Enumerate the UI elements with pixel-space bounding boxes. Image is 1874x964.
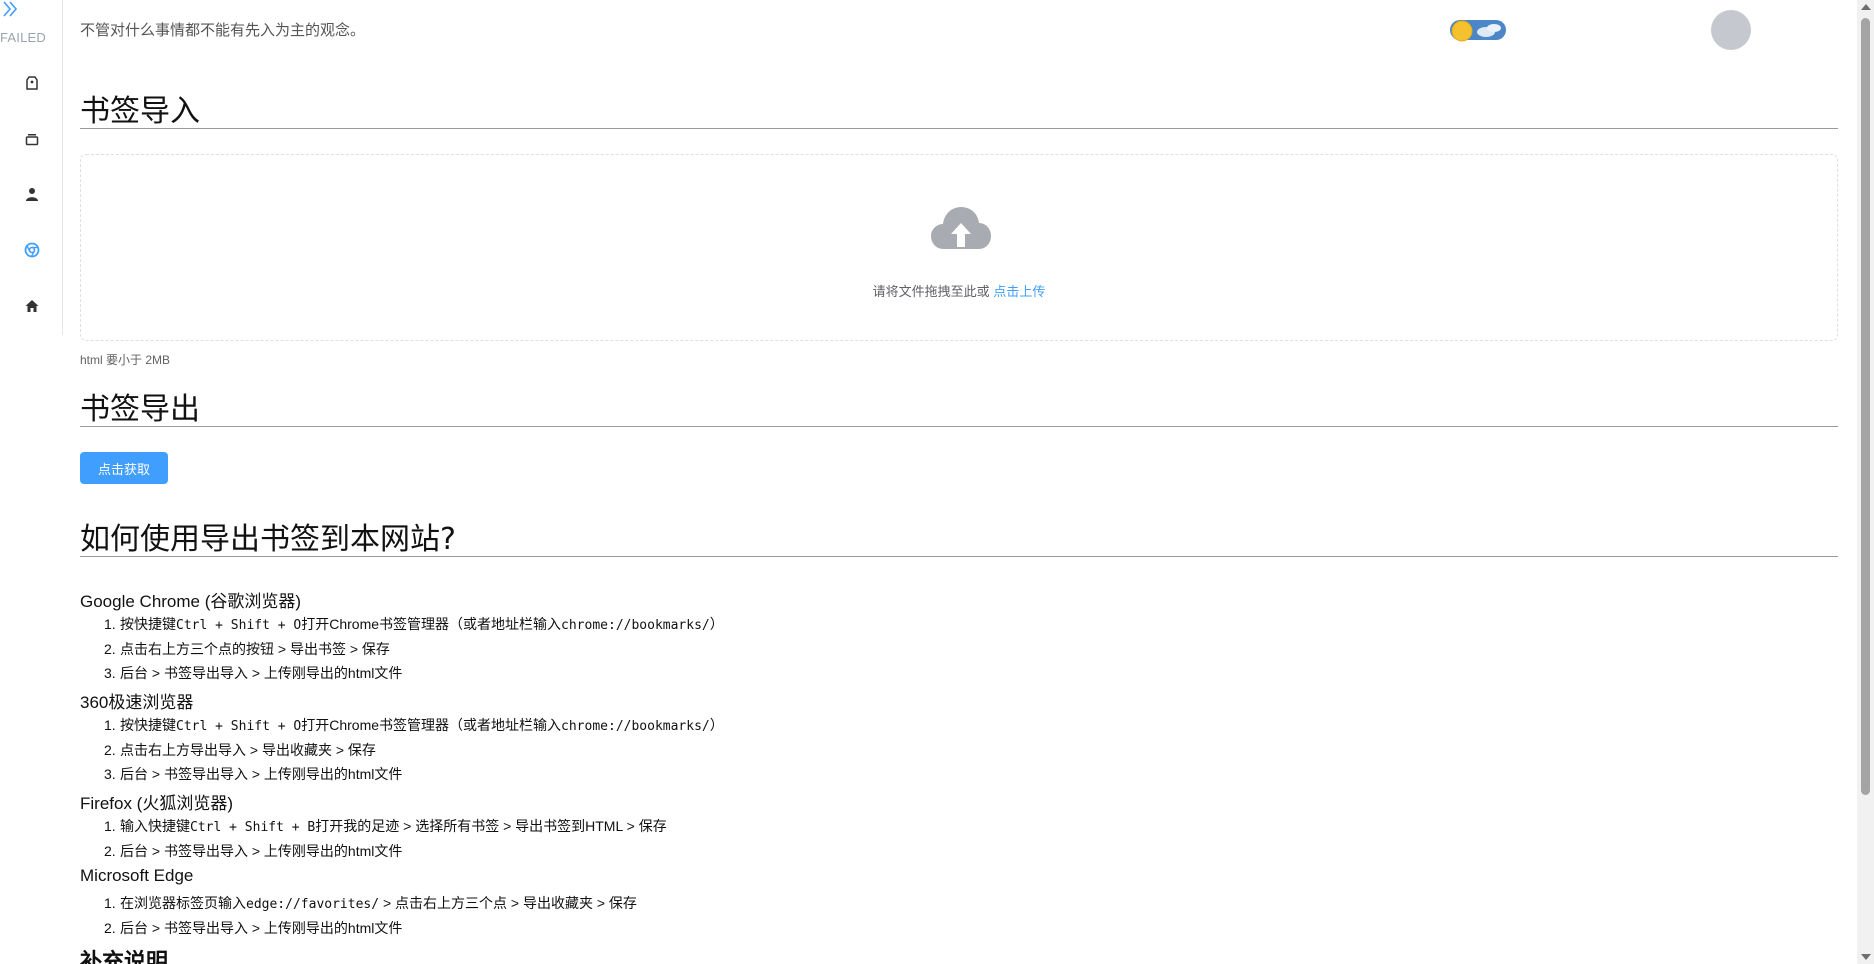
list-item: 3. 后台 > 书签导出导入 > 上传刚导出的html文件	[104, 764, 402, 784]
step-text: 打开我的足迹 > 选择所有书签 > 导出书签到HTML > 保存	[315, 818, 667, 834]
step-number: 1.	[104, 895, 116, 911]
sidebar-item-chrome[interactable]	[22, 240, 42, 260]
import-divider	[80, 128, 1838, 129]
step-number: 1.	[104, 717, 116, 733]
user-icon	[26, 188, 38, 201]
extra-title: 补充说明	[80, 950, 169, 964]
howto-title: 如何使用导出书签到本网站?	[80, 522, 456, 557]
step-number: 1.	[104, 818, 116, 834]
howto-divider	[80, 556, 1838, 557]
step-code: Ctrl + Shift + O	[176, 719, 302, 734]
step-code: Ctrl + Shift + O	[176, 618, 302, 633]
collapse-chevron-icon[interactable]	[2, 0, 18, 18]
list-item: 2. 后台 > 书签导出导入 > 上传刚导出的html文件	[104, 918, 402, 938]
step-code: chrome://bookmarks/	[561, 618, 710, 633]
step-number: 1.	[104, 616, 116, 632]
list-item: 1. 按快捷键Ctrl + Shift + O打开Chrome书签管理器（或者地址…	[104, 614, 724, 634]
step-text: 后台 > 书签导出导入 > 上传刚导出的html文件	[120, 665, 403, 681]
status-label: FAILED	[0, 30, 46, 45]
page-scrollbar[interactable]	[1857, 0, 1874, 964]
export-title: 书签导出	[80, 392, 200, 427]
step-text: 打开Chrome书签管理器（或者地址栏输入	[301, 616, 562, 632]
step-number: 2.	[104, 843, 116, 859]
browser-name-firefox: Firefox (火狐浏览器)	[80, 794, 233, 813]
import-title: 书签导入	[80, 94, 200, 129]
motto-text: 不管对什么事情都不能有先入为主的观念。	[80, 22, 366, 39]
upload-dropzone[interactable]: 请将文件拖拽至此或 点击上传	[80, 154, 1838, 341]
step-text: 按快捷键	[120, 616, 176, 632]
upload-link[interactable]: 点击上传	[993, 284, 1045, 299]
archive-icon	[25, 134, 39, 146]
step-text: 按快捷键	[120, 717, 176, 733]
sidebar: FAILED	[0, 0, 63, 964]
step-code: Ctrl + Shift + B	[190, 820, 316, 835]
step-text: 后台 > 书签导出导入 > 上传刚导出的html文件	[120, 920, 403, 936]
sidebar-divider	[62, 0, 63, 335]
list-item: 2. 点击右上方三个点的按钮 > 导出书签 > 保存	[104, 639, 390, 659]
step-text: 后台 > 书签导出导入 > 上传刚导出的html文件	[120, 843, 403, 859]
list-item: 1. 输入快捷键Ctrl + Shift + B打开我的足迹 > 选择所有书签 >…	[104, 816, 667, 836]
scroll-up-arrow-icon[interactable]	[1861, 4, 1871, 10]
export-divider	[80, 426, 1838, 427]
scroll-down-arrow-icon[interactable]	[1861, 954, 1871, 960]
list-item: 3. 后台 > 书签导出导入 > 上传刚导出的html文件	[104, 663, 402, 683]
step-number: 3.	[104, 766, 116, 782]
chrome-icon	[24, 242, 40, 258]
step-number: 3.	[104, 665, 116, 681]
sidebar-item-archive[interactable]	[22, 129, 42, 149]
step-number: 2.	[104, 742, 116, 758]
cloud-upload-icon	[931, 207, 991, 249]
sidebar-item-user[interactable]	[22, 184, 42, 204]
step-text: 后台 > 书签导出导入 > 上传刚导出的html文件	[120, 766, 403, 782]
step-code: edge://favorites/	[246, 897, 380, 912]
avatar[interactable]	[1711, 10, 1751, 50]
step-text: 点击右上方三个点的按钮 > 导出书签 > 保存	[120, 641, 390, 657]
scroll-thumb[interactable]	[1861, 18, 1870, 795]
step-text: > 点击右上方三个点 > 导出收藏夹 > 保存	[379, 895, 637, 911]
list-item: 2. 后台 > 书签导出导入 > 上传刚导出的html文件	[104, 841, 402, 861]
list-item: 2. 点击右上方导出导入 > 导出收藏夹 > 保存	[104, 740, 376, 760]
fetch-export-button[interactable]: 点击获取	[80, 452, 168, 484]
upload-instructions: 请将文件拖拽至此或 点击上传	[81, 281, 1837, 300]
browser-name-360: 360极速浏览器	[80, 693, 194, 712]
step-number: 2.	[104, 920, 116, 936]
upload-hint: 请将文件拖拽至此或	[872, 284, 990, 299]
step-text: 输入快捷键	[120, 818, 190, 834]
list-item: 1. 在浏览器标签页输入edge://favorites/ > 点击右上方三个点 …	[104, 893, 637, 913]
home-icon	[25, 300, 39, 312]
list-item: 1. 按快捷键Ctrl + Shift + O打开Chrome书签管理器（或者地址…	[104, 715, 724, 735]
browser-name-edge: Microsoft Edge	[80, 866, 194, 885]
sidebar-item-tag[interactable]	[22, 73, 42, 93]
step-text: 点击右上方导出导入 > 导出收藏夹 > 保存	[120, 742, 376, 758]
step-number: 2.	[104, 641, 116, 657]
theme-toggle[interactable]	[1448, 18, 1508, 44]
step-text: ）	[709, 616, 724, 632]
browser-name-chrome: Google Chrome (谷歌浏览器)	[80, 592, 302, 611]
step-code: chrome://bookmarks/	[561, 719, 710, 734]
sidebar-item-home[interactable]	[22, 296, 42, 316]
tag-icon	[26, 76, 38, 90]
step-text: 打开Chrome书签管理器（或者地址栏输入	[301, 717, 562, 733]
step-text: 在浏览器标签页输入	[120, 895, 246, 911]
step-text: ）	[709, 717, 724, 733]
upload-tip: html 要小于 2MB	[80, 353, 171, 367]
